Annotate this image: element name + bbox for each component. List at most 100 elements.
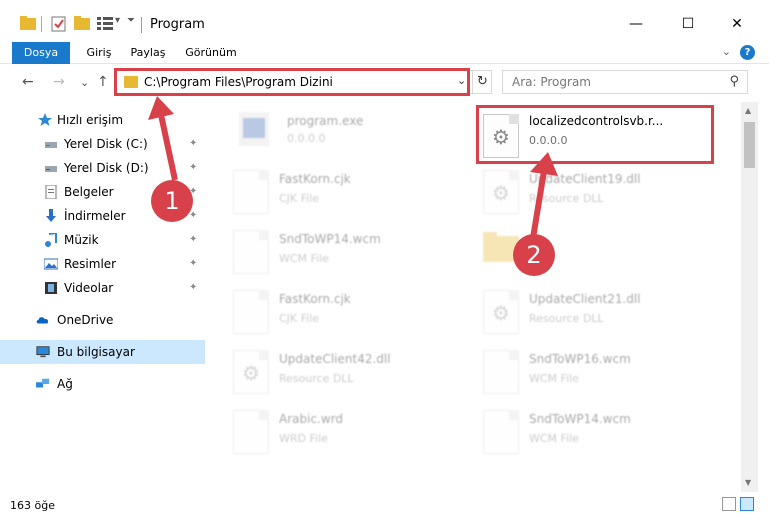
video-icon <box>45 282 57 294</box>
divider <box>41 16 42 32</box>
vertical-scrollbar[interactable]: ▲ ▼ <box>741 102 758 492</box>
sidebar-item-label: Yerel Disk (D:) <box>64 161 149 175</box>
chevron-down-icon[interactable]: ▾ <box>115 15 120 26</box>
large-icons-view-icon[interactable] <box>740 497 754 511</box>
file-type: 0.0.0.0 <box>529 134 568 147</box>
sidebar-item-this-pc[interactable]: Bu bilgisayar <box>0 340 205 364</box>
pin-icon: ✦ <box>189 138 198 149</box>
new-folder-icon[interactable] <box>74 16 90 30</box>
folder-icon[interactable] <box>20 16 36 30</box>
sidebar-item-local-disk-c[interactable]: Yerel Disk (C:) ✦ <box>0 132 205 156</box>
list-item-target-file[interactable]: ⚙ localizedcontrolsvb.r... 0.0.0.0 <box>483 108 733 164</box>
maximize-button[interactable]: ☐ <box>668 10 708 38</box>
sidebar-item-onedrive[interactable]: OneDrive <box>0 308 205 332</box>
scroll-down-icon[interactable]: ▼ <box>745 478 751 487</box>
list-item[interactable]: ⚙ UpdateClient19.dll Resource DLL <box>483 166 733 222</box>
minimize-button[interactable]: — <box>616 10 656 38</box>
properties-icon[interactable] <box>51 16 67 32</box>
sidebar-item-label: Yerel Disk (C:) <box>64 137 148 151</box>
blank-file-icon <box>233 290 269 334</box>
tab-home[interactable]: Giriş <box>78 42 120 64</box>
list-item[interactable]: SndToWP16.wcm WCM File <box>483 346 733 402</box>
search-box[interactable]: Ara: Program ⚲ <box>502 70 748 94</box>
file-name: SndToWP14.wcm <box>279 232 381 246</box>
file-type: WCM File <box>279 252 329 265</box>
tab-view[interactable]: Görünüm <box>180 42 242 64</box>
list-item[interactable]: ⚙ UpdateClient42.dll Resource DLL <box>233 346 483 402</box>
tab-share[interactable]: Paylaş <box>124 42 172 64</box>
help-icon[interactable]: ? <box>740 45 755 60</box>
refresh-button[interactable]: ↻ <box>472 71 492 93</box>
sidebar-item-label: Hızlı erişim <box>57 113 124 127</box>
callout-1: 1 <box>151 180 193 222</box>
sidebar-item-music[interactable]: Müzik ✦ <box>0 228 205 252</box>
up-button[interactable]: ↑ <box>97 74 109 90</box>
address-dropdown-icon[interactable]: ⌄ <box>457 74 466 87</box>
file-name: UpdateClient21.dll <box>529 292 641 306</box>
pin-icon: ✦ <box>189 282 198 293</box>
close-button[interactable]: ✕ <box>717 10 757 38</box>
list-item[interactable]: program.exe 0.0.0.0 <box>237 108 487 164</box>
list-item[interactable]: Arabic.wrd WRD File <box>233 406 483 462</box>
tab-file[interactable]: Dosya <box>12 42 70 64</box>
search-icon[interactable]: ⚲ <box>729 74 739 89</box>
sidebar-item-label: Resimler <box>64 257 117 271</box>
list-item[interactable]: SndToWP14.wcm WCM File <box>233 226 483 282</box>
address-path[interactable]: C:\Program Files\Program Dizini <box>144 75 333 89</box>
file-type: CJK File <box>279 192 320 205</box>
divider <box>141 17 142 33</box>
list-item[interactable]: SndToWP14.wcm WCM File <box>483 406 733 462</box>
file-name: UpdateClient19.dll <box>529 172 641 186</box>
back-button[interactable]: ← <box>22 74 34 90</box>
file-type: CJK File <box>279 312 320 325</box>
gear-file-icon: ⚙ <box>233 350 269 394</box>
blank-file-icon <box>483 350 519 394</box>
search-input[interactable]: Ara: Program <box>512 75 591 89</box>
drive-icon <box>45 166 57 172</box>
file-name: FastKorn.cjk <box>279 172 351 186</box>
scrollbar-thumb[interactable] <box>744 122 755 168</box>
recent-locations-button[interactable]: ⌄ <box>80 76 89 89</box>
exe-icon <box>239 112 269 146</box>
sidebar-item-local-disk-d[interactable]: Yerel Disk (D:) ✦ <box>0 156 205 180</box>
sidebar-item-videos[interactable]: Videolar ✦ <box>0 276 205 300</box>
file-type: Resource DLL <box>279 372 354 385</box>
view-options-icon[interactable] <box>97 16 113 30</box>
file-name: program.exe <box>287 114 364 128</box>
list-item[interactable]: FastKorn.cjk CJK File <box>233 286 483 342</box>
list-item[interactable]: FastKorn.cjk CJK File <box>233 166 483 222</box>
sidebar-item-pictures[interactable]: Resimler ✦ <box>0 252 205 276</box>
image-icon <box>44 258 58 270</box>
scroll-up-icon[interactable]: ▲ <box>745 106 751 115</box>
file-name: SndToWP14.wcm <box>529 412 631 426</box>
details-view-icon[interactable] <box>722 497 736 511</box>
pin-icon: ✦ <box>189 162 198 173</box>
blank-file-icon <box>233 230 269 274</box>
sidebar-item-label: OneDrive <box>57 313 114 327</box>
gear-file-icon: ⚙ <box>483 114 519 158</box>
sidebar-item-label: Belgeler <box>64 185 114 199</box>
drive-icon <box>45 142 57 148</box>
pin-icon: ✦ <box>189 234 198 245</box>
document-icon <box>45 185 57 199</box>
item-count: 163 öğe <box>10 499 55 512</box>
ribbon-collapse-icon[interactable]: ⌄ <box>722 45 731 58</box>
network-icon <box>36 378 50 388</box>
folder-icon <box>124 76 138 88</box>
file-list: program.exe 0.0.0.0 ⚙ localizedcontrolsv… <box>205 102 741 492</box>
list-item[interactable]: ⚙ UpdateClient21.dll Resource DLL <box>483 286 733 342</box>
file-name: Arabic.wrd <box>279 412 344 426</box>
callout-2: 2 <box>513 234 555 276</box>
sidebar-item-label: Ağ <box>57 377 73 391</box>
music-icon <box>45 233 57 247</box>
sidebar-item-quick-access[interactable]: Hızlı erişim <box>0 108 205 132</box>
address-bar[interactable]: C:\Program Files\Program Dizini ⌄ ↻ <box>116 70 492 94</box>
forward-button[interactable]: → <box>53 74 65 90</box>
file-name: SndToWP16.wcm <box>529 352 631 366</box>
sidebar-item-label: Bu bilgisayar <box>57 345 135 359</box>
customize-toolbar-icon[interactable]: ⏷ <box>127 15 135 26</box>
download-icon <box>46 209 56 222</box>
blank-file-icon <box>233 170 269 214</box>
sidebar-item-network[interactable]: Ağ <box>0 372 205 396</box>
sidebar-item-label: Videolar <box>64 281 114 295</box>
